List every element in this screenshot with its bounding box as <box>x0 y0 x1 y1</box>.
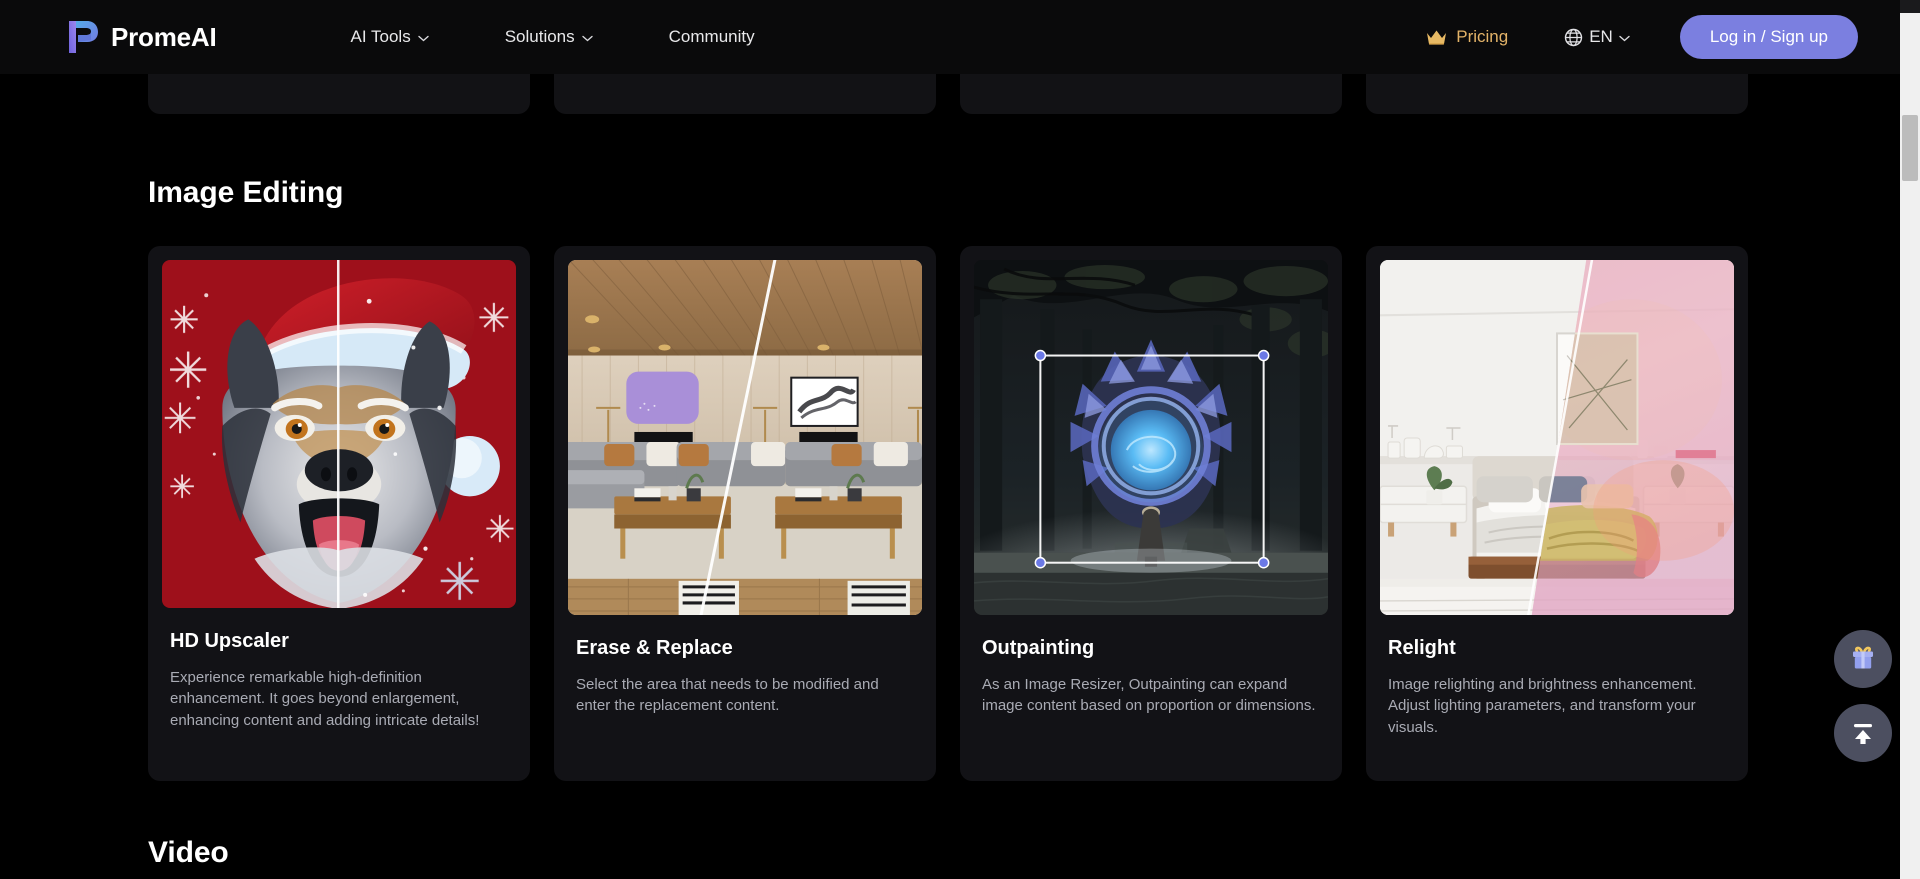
husky-santa-illustration <box>162 260 516 608</box>
card-media-husky-santa <box>162 260 516 608</box>
brand-name: PromeAI <box>111 21 217 52</box>
nav-item-solutions[interactable]: Solutions <box>467 27 631 47</box>
card-title: Relight <box>1388 637 1456 659</box>
card-title: Outpainting <box>982 637 1095 659</box>
promeai-logo-icon <box>69 21 98 53</box>
nav-item-ai-tools[interactable]: AI Tools <box>313 27 467 47</box>
card-body: Outpainting As an Image Resizer, Outpain… <box>974 615 1328 737</box>
card-description: Image relighting and brightness enhancem… <box>1388 676 1697 736</box>
chevron-down-icon <box>418 35 429 42</box>
card-body: Relight Image relighting and brightness … <box>1380 615 1734 758</box>
card-outpainting[interactable]: Outpainting As an Image Resizer, Outpain… <box>960 246 1342 781</box>
floating-action-buttons <box>1834 630 1892 762</box>
section-heading-image-editing: Image Editing <box>148 176 344 209</box>
crown-icon <box>1427 30 1447 45</box>
page-scrollbar[interactable] <box>1900 0 1920 879</box>
card-media-bedroom-relight <box>1380 260 1734 615</box>
browser-viewport: Image Editing HD Upscaler Experience rem… <box>0 0 1920 879</box>
card-body: Erase & Replace Select the area that nee… <box>568 615 922 737</box>
nav-item-label: Community <box>668 27 755 46</box>
scroll-to-top-icon <box>1854 724 1872 744</box>
main-navigation: AI Tools Solutions Community <box>313 27 793 47</box>
site-header: PromeAI AI Tools Solutions Community Pri… <box>0 0 1900 74</box>
nav-item-label: AI Tools <box>350 27 411 46</box>
gift-icon <box>1853 646 1873 669</box>
card-title: HD Upscaler <box>170 630 289 652</box>
card-title: Erase & Replace <box>576 637 733 659</box>
brand-logo-link[interactable]: PromeAI <box>66 19 217 55</box>
pricing-label: Pricing <box>1456 27 1509 46</box>
card-erase-and-replace[interactable]: MINA MINA <box>554 246 936 781</box>
card-media-forest-portal <box>974 260 1328 615</box>
section-image-editing: Image Editing HD Upscaler Experience rem… <box>148 176 1748 781</box>
card-media-living-room: MINA MINA <box>568 260 922 615</box>
card-body: HD Upscaler Experience remarkable high-d… <box>162 608 516 751</box>
forest-portal-illustration <box>974 260 1328 615</box>
gift-button[interactable] <box>1834 630 1892 688</box>
card-description: Experience remarkable high-definition en… <box>170 669 480 729</box>
nav-item-community[interactable]: Community <box>631 27 793 47</box>
chevron-down-icon <box>1619 35 1630 42</box>
section-heading-video: Video <box>148 836 229 869</box>
bedroom-relight-illustration <box>1380 260 1734 615</box>
scroll-to-top-button[interactable] <box>1834 704 1892 762</box>
pricing-link[interactable]: Pricing <box>1404 27 1530 47</box>
scrollbar-thumb[interactable] <box>1902 115 1918 181</box>
chevron-down-icon <box>581 35 593 42</box>
language-label: EN <box>1589 27 1613 46</box>
language-selector[interactable]: EN <box>1542 27 1652 47</box>
nav-item-label: Solutions <box>504 27 575 46</box>
card-description: Select the area that needs to be modifie… <box>576 676 879 715</box>
card-hd-upscaler[interactable]: HD Upscaler Experience remarkable high-d… <box>148 246 530 781</box>
card-description: As an Image Resizer, Outpainting can exp… <box>982 676 1316 715</box>
living-room-illustration: MINA MINA <box>568 260 922 615</box>
card-grid-image-editing: HD Upscaler Experience remarkable high-d… <box>148 246 1748 781</box>
section-video: Video <box>148 836 1748 870</box>
scrollbar-top-cap <box>1900 0 1920 13</box>
globe-icon <box>1565 28 1583 46</box>
header-actions: Pricing EN Log in / Sign up <box>1404 15 1858 59</box>
card-relight[interactable]: Relight Image relighting and brightness … <box>1366 246 1748 781</box>
login-signup-button[interactable]: Log in / Sign up <box>1679 15 1858 59</box>
